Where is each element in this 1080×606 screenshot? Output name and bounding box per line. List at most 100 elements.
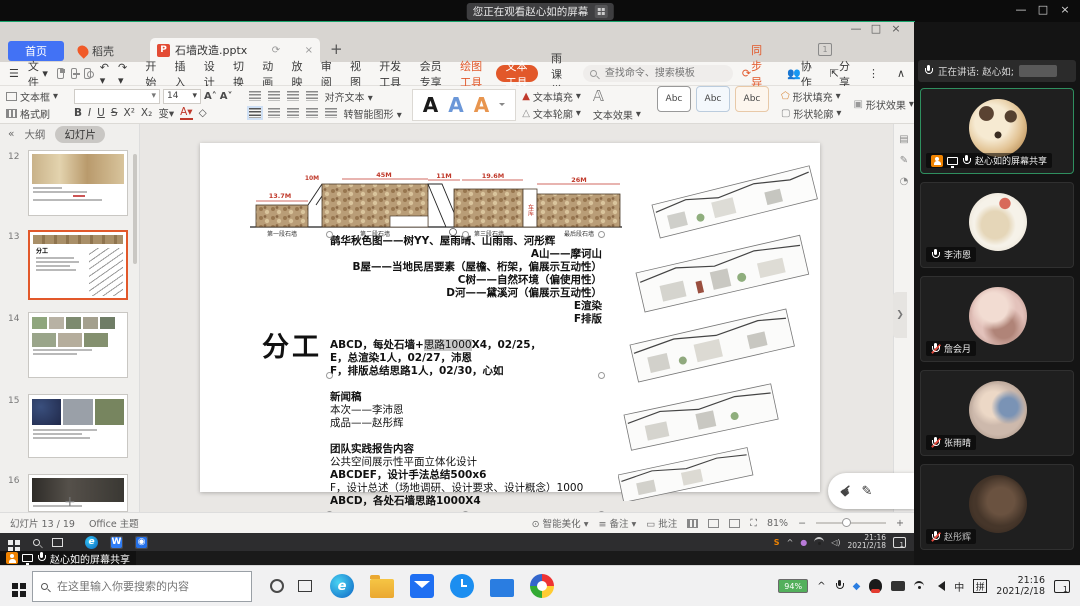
textbox-button[interactable]: 文本框 ▾ [6,89,58,104]
ime-mode-icon[interactable]: 拼 [973,579,987,593]
windows-search-input[interactable] [55,579,225,594]
zoom-out-button[interactable]: − [798,518,806,529]
superscript-button[interactable]: X² [124,107,135,119]
zoom-slider[interactable] [816,522,886,524]
menu-rain-classroom[interactable]: 雨课堂 [542,62,577,86]
tray-caret-icon[interactable]: ^ [787,538,794,547]
rail-expand-chevron[interactable]: ❯ [893,292,907,338]
preview-icon[interactable] [84,68,91,79]
align-right-icon[interactable] [287,108,299,118]
menu-transition[interactable]: 切换 [224,62,253,86]
format-painter-button[interactable]: 格式刷 [6,106,58,121]
text-effect-button[interactable]: 变▾ [158,106,174,121]
menu-design[interactable]: 设计 [195,62,224,86]
participant-tile-lipeien[interactable]: 李沛恩 [920,182,1074,268]
align-left-icon[interactable] [249,108,261,118]
browser-icon[interactable] [530,574,554,598]
start-button[interactable] [12,583,18,589]
selection-handle[interactable] [326,231,333,238]
slide-text-box[interactable]: 鹊华秋色图——树YY、屋雨晴、山雨雨、河彤辉 A山——摩诃山 B屋——当地民居要… [330,235,602,516]
pc-app-icon[interactable] [490,579,514,597]
menu-review[interactable]: 审阅 [312,62,341,86]
cortana-icon[interactable] [270,579,284,593]
gallery-more-icon[interactable] [499,103,505,109]
undo-button[interactable]: ↶ ▾ [91,62,118,86]
shape-effects-button[interactable]: ▣形状效果 ▾ [853,97,913,112]
more-menu-icon[interactable]: ⋮ [859,62,888,86]
menu-devtools[interactable]: 开发工具 [370,62,410,86]
reading-view-icon[interactable] [729,519,740,528]
bullets-icon[interactable] [249,91,261,101]
tray-mic-icon[interactable] [835,580,844,592]
shape-style-3[interactable]: Abc [735,86,769,112]
new-tab-button[interactable]: + [330,40,343,58]
text-effects-button[interactable]: 文本效果 ▾ [593,107,641,122]
ime-indicator[interactable]: 中 [954,579,964,594]
slide-13[interactable]: 13.7M 10M 45M 11M 19.6 [200,143,820,492]
hamburger-icon[interactable]: ☰ [0,62,28,86]
properties-icon[interactable]: ▤ [894,134,914,145]
selection-handle[interactable] [598,231,605,238]
slide-sorter-icon[interactable] [708,519,719,528]
to-smartart-button[interactable]: 转智能图形 ▾ [344,106,402,121]
menu-text-tools-active[interactable]: 文本工具 [496,65,538,82]
tab-outline[interactable]: 大纲 [24,127,45,142]
add-slide-button[interactable]: + [64,494,76,510]
shrink-font-button[interactable]: A˅ [220,91,233,102]
beautify-button[interactable]: ⊙ 智能美化 ▾ [532,516,589,530]
notes-button[interactable]: ≡ 备注 ▾ [598,516,636,530]
annotation-widget[interactable]: ☛ ✎ [828,473,914,509]
text-style-black[interactable]: A [423,95,438,115]
panel-collapse-icon[interactable]: « [8,128,14,140]
tray-dot-icon[interactable]: ● [800,538,807,547]
slide-thumbnail-13[interactable]: 分工 [28,230,128,300]
wifi-icon[interactable] [914,581,924,591]
strikethrough-button[interactable]: S [111,107,118,119]
sync-status[interactable]: ⟳ 同步异常 [733,62,778,86]
layout-grid-icon[interactable] [594,5,607,18]
slide-thumbnail-14[interactable] [28,312,128,378]
taskbar-clock[interactable]: 21:162021/2/18 [996,575,1045,597]
shared-meeting-icon[interactable]: ◉ [136,537,147,548]
close-button[interactable]: × [1054,3,1076,16]
tray-s-icon[interactable]: S [774,538,780,547]
zoom-slider-knob[interactable] [842,518,851,527]
menu-insert[interactable]: 插入 [166,62,195,86]
tab-sync-icon[interactable]: ⟳ [272,45,280,56]
underline-button[interactable]: U [97,107,105,119]
text-outline-button[interactable]: △文本轮廓 ▾ [522,106,581,121]
align-center-icon[interactable] [268,108,280,118]
collapse-ribbon-icon[interactable]: ∧ [888,62,914,86]
participant-tile-zhangyuqing[interactable]: 张雨晴 [920,370,1074,456]
slide-thumbnail-12[interactable] [28,150,128,216]
clear-format-button[interactable]: ◇ [199,107,207,119]
mail-icon[interactable] [410,574,434,598]
panel-scrollbar[interactable] [133,154,137,264]
file-menu[interactable]: 文件 ▾ [28,62,57,86]
subscript-button[interactable]: X₂ [141,107,152,119]
bold-button[interactable]: B [74,107,82,119]
shared-start-button[interactable] [8,540,13,545]
font-name-select[interactable]: ▾ [74,89,160,104]
camera-icon[interactable] [891,581,905,591]
file-explorer-icon[interactable] [370,579,394,598]
wps-maximize-button[interactable]: □ [866,22,886,35]
wps-minimize-button[interactable]: — [846,22,866,35]
indent-increase-icon[interactable] [306,91,318,101]
action-center-icon[interactable]: 1 [1054,580,1070,593]
edit-icon[interactable]: ✎ [894,155,914,166]
save-icon[interactable] [57,68,64,79]
battery-indicator[interactable]: 94% [778,579,808,593]
shared-search-icon[interactable] [33,539,40,546]
align-text-dropdown[interactable]: 对齐文本 ▾ [325,89,373,104]
tab-close-icon[interactable]: × [305,45,313,56]
selection-handle[interactable] [326,372,333,379]
numbering-icon[interactable] [268,91,280,101]
normal-view-icon[interactable] [687,519,698,528]
menu-animation[interactable]: 动画 [253,62,282,86]
font-color-button[interactable]: A▾ [180,106,192,120]
menu-member[interactable]: 会员专享 [411,62,451,86]
justify-icon[interactable] [306,108,318,118]
minimize-button[interactable]: — [1010,3,1032,16]
pointer-hand-icon[interactable]: ☛ [836,480,858,502]
